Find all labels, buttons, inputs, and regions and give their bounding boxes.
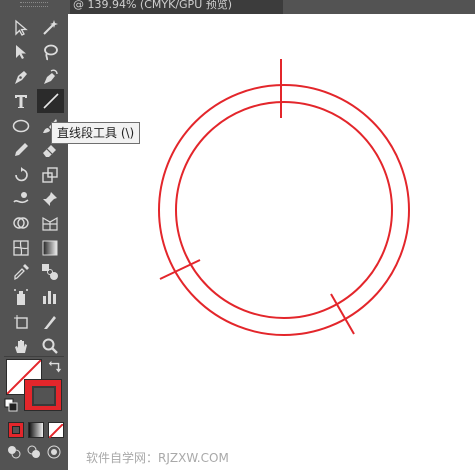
magic-wand-tool[interactable] xyxy=(38,17,62,39)
curvature-pen-icon xyxy=(44,69,58,84)
lasso-icon xyxy=(44,44,58,61)
panel-grip[interactable] xyxy=(20,2,48,7)
direct-selection-tool[interactable] xyxy=(9,17,33,39)
selection-arrow-icon xyxy=(16,45,26,59)
symbol-sprayer-tool[interactable] xyxy=(9,286,33,308)
rotate-tool[interactable] xyxy=(9,164,33,186)
scale-icon xyxy=(42,167,58,183)
gradient-tool[interactable] xyxy=(38,237,62,259)
warp-tool[interactable] xyxy=(9,188,33,210)
magnifier-icon xyxy=(42,338,58,354)
rotate-icon xyxy=(15,167,28,182)
document-tab[interactable]: @ 139.94% (CMYK/GPU 预览) xyxy=(70,0,283,14)
eyedropper-tool[interactable] xyxy=(9,261,33,283)
hand-icon xyxy=(15,340,27,353)
color-mode-button[interactable] xyxy=(8,422,24,438)
none-mode-button[interactable] xyxy=(48,422,64,439)
outer-circle xyxy=(158,84,410,336)
pencil-icon xyxy=(15,143,28,156)
artboard-tool[interactable] xyxy=(9,311,33,333)
blend-tool[interactable] xyxy=(38,261,62,283)
default-colors-icon xyxy=(4,398,18,412)
none-slash-icon xyxy=(48,423,64,439)
pen-tool[interactable] xyxy=(9,66,33,88)
tool-tooltip: 直线段工具 (\) xyxy=(51,122,141,144)
selection-tool[interactable] xyxy=(9,41,33,63)
artboard-icon xyxy=(14,315,28,329)
scale-tool[interactable] xyxy=(38,164,62,186)
pin-tool[interactable] xyxy=(38,188,62,210)
stroke-color-swatch[interactable] xyxy=(24,379,62,411)
swap-fill-stroke-button[interactable] xyxy=(47,360,63,376)
gradient-icon xyxy=(42,240,58,256)
perspective-grid-icon xyxy=(42,216,58,231)
gradient-mode-button[interactable] xyxy=(28,422,44,438)
draw-normal-button[interactable] xyxy=(6,444,22,460)
inner-circle xyxy=(175,101,393,319)
draw-inside-button[interactable] xyxy=(46,444,62,460)
shape-builder-icon xyxy=(13,217,29,229)
slice-knife-icon xyxy=(44,316,56,329)
ellipse-icon xyxy=(12,119,30,133)
draw-behind-icon xyxy=(27,445,40,458)
zoom-tool[interactable] xyxy=(38,335,62,357)
pin-icon xyxy=(43,192,57,206)
mesh-icon xyxy=(13,240,29,256)
color-mode-inner xyxy=(12,426,20,434)
column-graph-tool[interactable] xyxy=(38,286,62,308)
blend-icon xyxy=(42,264,58,280)
type-tool[interactable] xyxy=(9,90,33,112)
warp-icon xyxy=(13,192,29,204)
magic-wand-icon xyxy=(43,20,58,35)
tools-divider xyxy=(4,356,64,357)
artboard-canvas[interactable] xyxy=(68,14,475,470)
draw-normal-icon xyxy=(8,446,21,459)
curvature-tool[interactable] xyxy=(38,66,62,88)
direct-selection-icon xyxy=(15,19,28,36)
slice-tool[interactable] xyxy=(38,311,62,333)
document-titlebar: @ 139.94% (CMYK/GPU 预览) xyxy=(0,0,475,14)
eyedropper-icon xyxy=(14,264,29,281)
pencil-tool[interactable] xyxy=(9,139,33,161)
ellipse-tool[interactable] xyxy=(9,115,33,137)
mesh-tool[interactable] xyxy=(9,237,33,259)
swap-arrows-icon xyxy=(48,360,62,373)
draw-inside-icon xyxy=(47,445,61,459)
default-colors-button[interactable] xyxy=(4,398,18,412)
perspective-grid-tool[interactable] xyxy=(38,212,62,234)
line-segment-icon xyxy=(42,93,59,109)
shape-builder-tool[interactable] xyxy=(9,212,33,234)
stroke-swatch-center xyxy=(32,386,56,406)
watermark-text: 软件自学网：RJZXW.COM xyxy=(86,451,229,465)
draw-behind-button[interactable] xyxy=(26,444,42,460)
symbol-sprayer-icon xyxy=(14,289,28,305)
pen-nib-icon xyxy=(15,71,27,84)
lasso-tool[interactable] xyxy=(38,41,62,63)
tools-panel xyxy=(0,0,68,470)
circle-artwork xyxy=(158,59,410,336)
hand-tool[interactable] xyxy=(9,335,33,357)
line-segment-tool[interactable] xyxy=(37,89,64,113)
type-t-icon xyxy=(15,95,27,108)
column-graph-icon xyxy=(43,291,56,304)
